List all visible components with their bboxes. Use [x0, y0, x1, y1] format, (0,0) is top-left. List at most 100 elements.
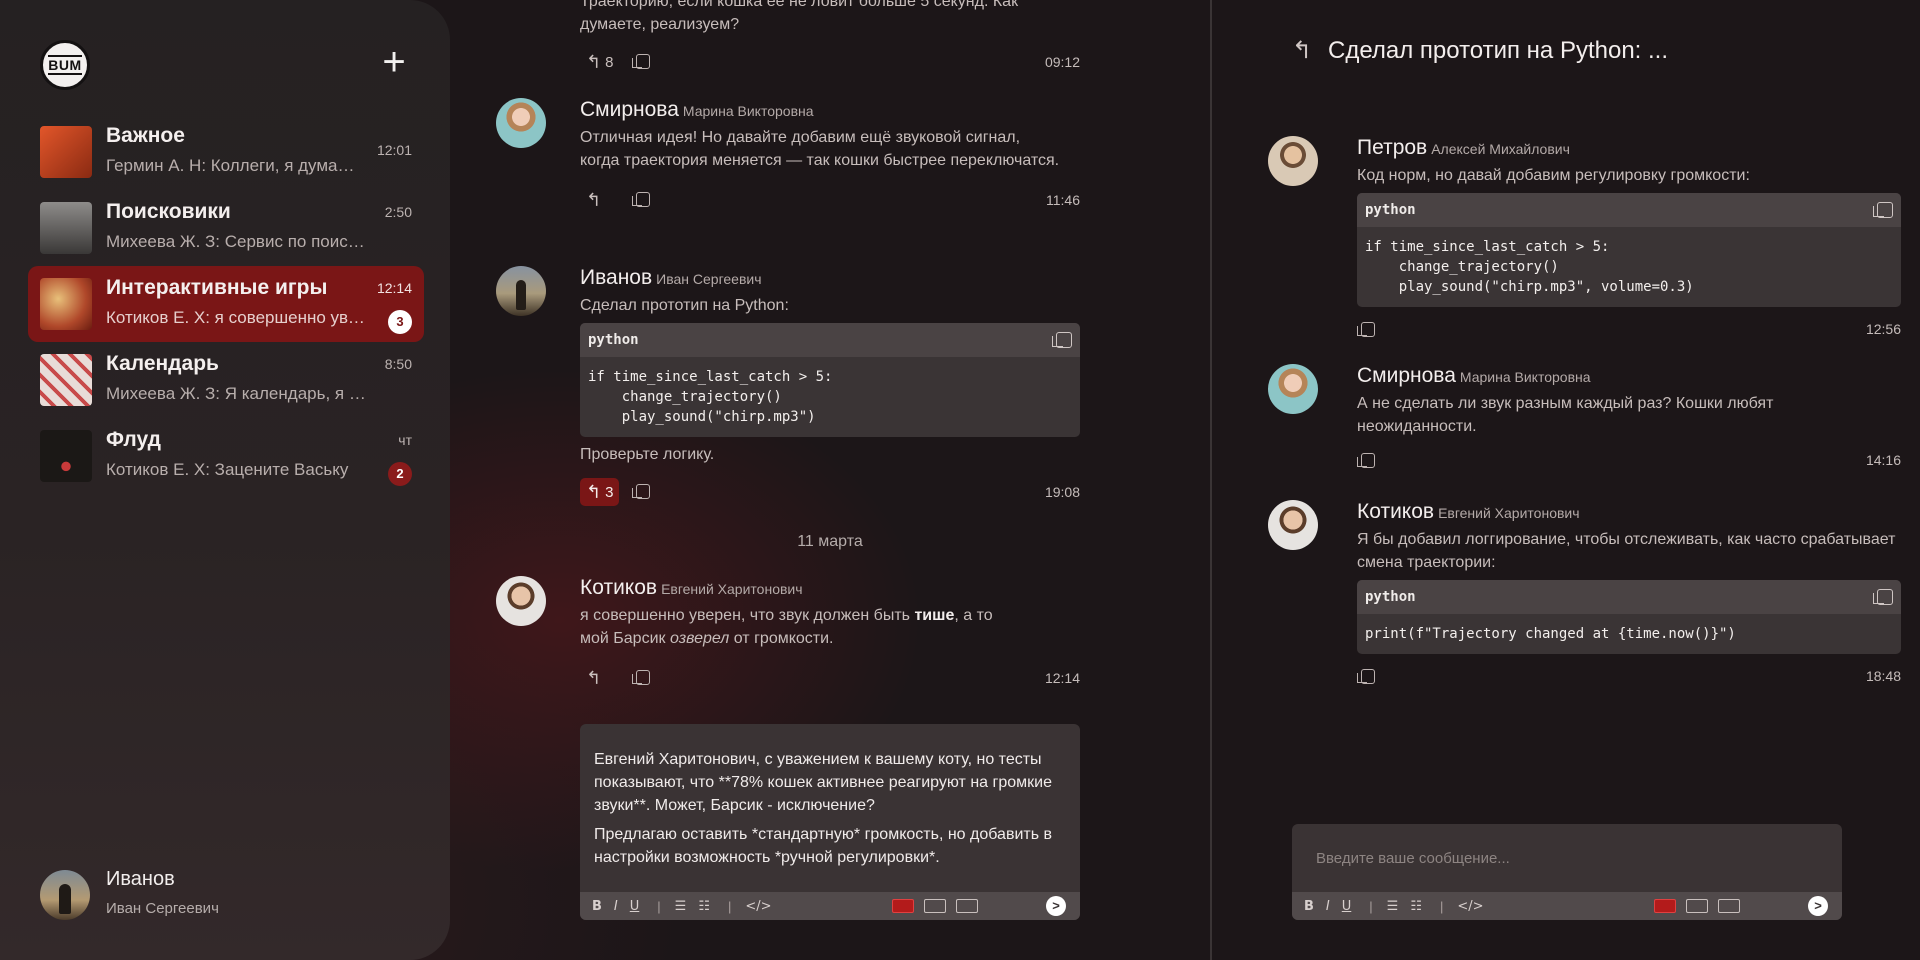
text-bold: тише — [914, 607, 955, 624]
author-name: Котиков — [1357, 500, 1435, 523]
underline-button[interactable]: U — [630, 899, 640, 914]
avatar[interactable] — [496, 98, 546, 148]
code-content: if time_since_last_catch > 5: change_tra… — [588, 369, 833, 425]
chat-item-kalendar[interactable]: Календарь Михеева Ж. З: Я календарь, я м… — [28, 342, 424, 418]
author-patronymic: Евгений Харитонович — [1438, 505, 1580, 521]
copy-code-icon[interactable] — [1873, 202, 1893, 218]
toolbar-divider: | — [1439, 898, 1444, 914]
chat-preview: Михеева Ж. З: Я календарь, я мечтаю — [106, 384, 366, 403]
copy-icon[interactable] — [1357, 322, 1375, 337]
copy-icon[interactable] — [1357, 669, 1375, 684]
chat-item-flud[interactable]: Флуд Котиков Е. Х: Зацените Ваську чт 2 — [28, 418, 424, 494]
composer-text[interactable]: Евгений Харитонович, с уважением к вашем… — [580, 724, 1080, 869]
author-name: Котиков — [580, 576, 658, 599]
author-patronymic: Марина Викторовна — [1459, 369, 1591, 385]
avatar[interactable] — [496, 576, 546, 626]
reply-button[interactable]: ↰ — [580, 664, 608, 692]
chat-title: Флуд — [106, 428, 161, 451]
author-patronymic: Марина Викторовна — [682, 103, 814, 119]
bold-button[interactable]: B — [1304, 899, 1314, 914]
thread-message-input[interactable] — [1316, 850, 1816, 867]
message: Котиков Евгений Харитонович я совершенно … — [496, 576, 1080, 692]
author-patronymic: Алексей Михайлович — [1431, 141, 1570, 157]
code-button[interactable]: </> — [745, 899, 771, 914]
code-content: print(f"Trajectory changed at {time.now(… — [1365, 626, 1736, 642]
chat-thumbnail — [40, 430, 92, 482]
code-language: python — [1365, 202, 1416, 218]
chat-preview: Гермин А. Н: Коллеги, я думаю, что нам с… — [106, 156, 366, 175]
message-text-after: Проверьте логику. — [580, 446, 715, 463]
message-author: Смирнова Марина Викторовна — [1357, 364, 1901, 388]
chat-time: 12:01 — [376, 142, 412, 158]
copy-icon[interactable] — [632, 192, 650, 207]
reply-button[interactable]: ↰ 3 — [580, 478, 620, 506]
main-chat: Траекторию, если кошка её не ловит больш… — [450, 0, 1210, 960]
bullet-list-icon[interactable]: ☰ — [675, 899, 687, 914]
message-time: 14:16 — [1865, 452, 1901, 468]
bullet-list-icon[interactable]: ☰ — [1387, 899, 1399, 914]
send-button[interactable]: > — [1046, 896, 1066, 916]
avatar[interactable] — [1268, 500, 1318, 550]
bold-button[interactable]: B — [592, 899, 602, 914]
copy-icon[interactable] — [632, 670, 650, 685]
chat-list: Важное Гермин А. Н: Коллеги, я думаю, чт… — [28, 114, 424, 494]
layout-wide-icon[interactable] — [956, 899, 978, 913]
user-name: Иванов — [106, 868, 175, 890]
numbered-list-icon[interactable]: ☷ — [1410, 899, 1422, 914]
reply-count: 3 — [605, 483, 614, 501]
chat-title: Важное — [106, 124, 185, 147]
reply-icon: ↰ — [586, 482, 602, 502]
user-patronymic: Иван Сергеевич — [106, 900, 219, 917]
chat-item-interaktivnye-igry[interactable]: Интерактивные игры Котиков Е. Х: я совер… — [28, 266, 424, 342]
avatar[interactable] — [1268, 136, 1318, 186]
date-separator: 11 марта — [797, 533, 863, 550]
message-author: Петров Алексей Михайлович — [1357, 136, 1901, 160]
new-chat-button[interactable]: + — [376, 42, 412, 82]
layout-columns-icon[interactable] — [1686, 899, 1708, 913]
numbered-list-icon[interactable]: ☷ — [698, 899, 710, 914]
app-logo[interactable]: BUM — [40, 40, 90, 90]
code-button[interactable]: </> — [1457, 899, 1483, 914]
chat-time: чт — [398, 432, 412, 448]
code-header: python — [580, 323, 1080, 357]
italic-button[interactable]: I — [614, 899, 618, 914]
thread-composer: B I U | ☰ ☷ | </> > — [1292, 824, 1842, 920]
unread-badge: 2 — [388, 462, 412, 486]
underline-button[interactable]: U — [1342, 899, 1352, 914]
copy-code-icon[interactable] — [1052, 332, 1072, 348]
layout-split-icon[interactable] — [1654, 899, 1676, 913]
layout-columns-icon[interactable] — [924, 899, 946, 913]
chat-item-vazhnoe[interactable]: Важное Гермин А. Н: Коллеги, я думаю, чт… — [28, 114, 424, 190]
message-actions: 18:48 — [1357, 666, 1901, 688]
avatar[interactable] — [496, 266, 546, 316]
message-time: 12:14 — [1044, 670, 1080, 686]
chat-time: 2:50 — [384, 204, 412, 220]
message-time: 09:12 — [1044, 54, 1080, 70]
message-composer[interactable]: Евгений Харитонович, с уважением к вашем… — [580, 724, 1080, 920]
copy-code-icon[interactable] — [1873, 589, 1893, 605]
message-author: Иванов Иван Сергеевич — [580, 266, 1080, 290]
text-italic: озверел — [669, 630, 730, 647]
copy-icon[interactable] — [632, 54, 650, 69]
reply-icon: ↰ — [586, 668, 602, 688]
reply-button[interactable]: ↰ — [580, 186, 608, 214]
layout-wide-icon[interactable] — [1718, 899, 1740, 913]
code-language: python — [1365, 589, 1416, 605]
layout-split-icon[interactable] — [892, 899, 914, 913]
thread-message: Петров Алексей Михайлович Код норм, но да… — [1268, 136, 1901, 341]
chat-preview: Котиков Е. Х: я совершенно уверен, что з… — [106, 308, 366, 327]
chat-time: 12:14 — [376, 280, 412, 296]
reply-count: 8 — [605, 53, 614, 71]
avatar[interactable] — [1268, 364, 1318, 414]
back-arrow-icon[interactable]: ↰ — [1292, 36, 1322, 65]
chat-thumbnail — [40, 278, 92, 330]
reply-button[interactable]: ↰ 8 — [580, 48, 619, 76]
send-button[interactable]: > — [1808, 896, 1828, 916]
italic-button[interactable]: I — [1326, 899, 1330, 914]
copy-icon[interactable] — [1357, 453, 1375, 468]
message-text: Траекторию, если кошка её не ловит больш… — [580, 0, 1019, 33]
message-text: Отличная идея! Но давайте добавим ещё зв… — [580, 129, 1060, 169]
reply-icon: ↰ — [586, 190, 602, 210]
copy-icon[interactable] — [632, 484, 650, 499]
chat-item-poiskoviki[interactable]: Поисковики Михеева Ж. З: Сервис по поиск… — [28, 190, 424, 266]
